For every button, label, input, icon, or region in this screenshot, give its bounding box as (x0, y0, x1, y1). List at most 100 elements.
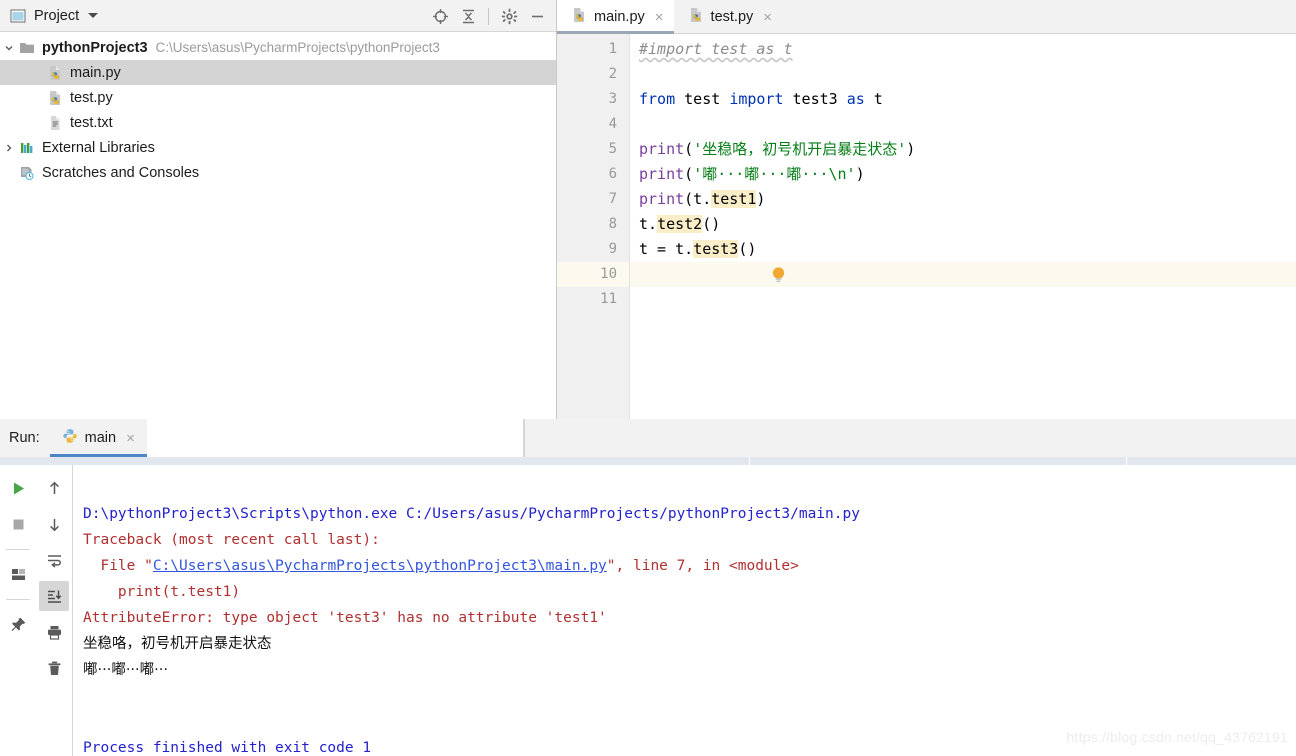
editor-tab-label: main.py (594, 9, 645, 25)
tree-row-external-libraries[interactable]: External Libraries (0, 135, 556, 160)
arrow-down-icon[interactable] (39, 509, 69, 539)
tree-item-label: External Libraries (42, 139, 155, 156)
tree-item-label: main.py (70, 64, 121, 81)
tree-row-test-txt[interactable]: test.txt (0, 110, 556, 135)
stop-icon[interactable] (3, 509, 33, 539)
console-file-prefix: File " (83, 558, 153, 574)
top-area: Project pythonProject3 C:\Users\asus\Pyc… (0, 0, 1296, 419)
console-file-suffix: ", line 7, in <module> (606, 558, 799, 574)
line-number: 4 (608, 116, 617, 132)
toolbar-divider (6, 599, 30, 600)
code-line-7: print(t.test1) (639, 190, 766, 208)
run-tab-main[interactable]: main × (49, 419, 148, 457)
locate-icon[interactable] (427, 3, 453, 29)
chevron-down-icon[interactable] (88, 13, 99, 18)
python-file-icon (46, 89, 64, 107)
editor-tab-main-py[interactable]: main.py × (557, 0, 674, 34)
chevron-down-icon[interactable] (0, 35, 18, 60)
minimize-icon[interactable] (524, 3, 550, 29)
libraries-icon (18, 139, 36, 157)
console-error: AttributeError: type object 'test3' has … (83, 610, 607, 626)
text-file-icon (46, 114, 64, 132)
editor-tab-label: test.py (710, 9, 754, 25)
code-line-9: t = t.test3() (630, 237, 1296, 283)
editor-gutter[interactable]: 1 2 3 4 5 6 7 8 9 10 11 (557, 34, 630, 419)
console-output[interactable]: D:\pythonProject3\Scripts\python.exe C:/… (73, 465, 1296, 756)
tree-row-scratches[interactable]: Scratches and Consoles (0, 160, 556, 185)
console-command: D:\pythonProject3\Scripts\python.exe C:/… (83, 506, 860, 522)
watermark: https://blog.csdn.net/qq_43762191 (1066, 729, 1288, 745)
console-exit-message: Process finished with exit code 1 (83, 740, 372, 756)
run-panel-body: D:\pythonProject3\Scripts\python.exe C:/… (0, 465, 1296, 756)
close-icon[interactable]: × (763, 10, 772, 25)
python-icon (62, 428, 78, 448)
console-file-link[interactable]: C:\Users\asus\PycharmProjects\pythonProj… (153, 558, 607, 574)
run-toolbar-right (36, 465, 73, 756)
toolbar-divider (488, 7, 489, 25)
run-tool-window: Run: main × D:\pythonProject3\Scripts\py… (0, 419, 1296, 756)
close-icon[interactable]: × (126, 431, 135, 446)
code-line-5: print('坐稳咯，初号机开启暴走状态') (639, 140, 916, 158)
tree-item-label: pythonProject3 (42, 39, 148, 56)
console-output-line-1: 坐稳咯，初号机开启暴走状态 (83, 636, 272, 652)
tree-row-main-py[interactable]: main.py (0, 60, 556, 85)
run-panel-label: Run: (9, 430, 40, 446)
chevron-right-icon[interactable] (0, 135, 18, 160)
line-number: 7 (608, 191, 617, 207)
project-window-icon (10, 8, 26, 24)
lightbulb-icon[interactable] (644, 241, 785, 283)
line-number: 3 (608, 91, 617, 107)
line-number: 10 (557, 262, 629, 287)
pycharm-window: Project pythonProject3 C:\Users\asus\Pyc… (0, 0, 1296, 756)
folder-icon (18, 39, 36, 57)
tree-row-test-py[interactable]: test.py (0, 85, 556, 110)
editor-tab-test-py[interactable]: test.py × (674, 0, 782, 34)
project-panel-header: Project (0, 0, 556, 32)
code-line-8: t.test2() (639, 215, 721, 233)
line-number: 2 (608, 66, 617, 82)
run-toolbar-left (0, 465, 36, 756)
project-panel-toolbar (427, 0, 550, 32)
run-panel-header: Run: main × (0, 419, 1296, 457)
code-line-6: print('嘟···嘟···嘟···\n') (639, 165, 865, 183)
scratches-icon (18, 164, 36, 182)
toolbar-divider (6, 549, 30, 550)
trash-icon[interactable] (39, 653, 69, 683)
tree-item-label: test.py (70, 89, 113, 106)
line-number: 8 (608, 216, 617, 232)
line-number: 5 (608, 141, 617, 157)
run-icon[interactable] (3, 473, 33, 503)
line-number: 1 (608, 41, 617, 57)
line-number: 9 (608, 241, 617, 257)
tree-item-path: C:\Users\asus\PycharmProjects\pythonProj… (155, 40, 440, 55)
print-icon[interactable] (39, 617, 69, 647)
tree-item-label: Scratches and Consoles (42, 164, 200, 181)
editor-tabbar: main.py × test.py × (557, 0, 1296, 34)
console-output-line-2: 嘟···嘟···嘟··· (83, 662, 168, 678)
project-tree: pythonProject3 C:\Users\asus\PycharmProj… (0, 32, 556, 185)
code-line-1: #import test as t (639, 40, 793, 58)
collapse-all-icon[interactable] (455, 3, 481, 29)
run-header-fill (523, 419, 1296, 457)
arrow-up-icon[interactable] (39, 473, 69, 503)
code-lines[interactable]: #import test as t from test import test3… (630, 34, 1296, 419)
code-editor[interactable]: 1 2 3 4 5 6 7 8 9 10 11 #import test as … (557, 34, 1296, 419)
layout-icon[interactable] (3, 559, 33, 589)
line-number: 6 (608, 166, 617, 182)
project-tool-window: Project pythonProject3 C:\Users\asus\Pyc… (0, 0, 557, 419)
pin-icon[interactable] (3, 609, 33, 639)
run-tab-label: main (84, 430, 117, 446)
console-traceback-header: Traceback (most recent call last): (83, 532, 380, 548)
editor-panel: main.py × test.py × 1 2 3 4 5 6 7 8 9 10… (557, 0, 1296, 419)
close-icon[interactable]: × (655, 10, 664, 25)
tree-row[interactable]: pythonProject3 C:\Users\asus\PycharmProj… (0, 35, 556, 60)
soft-wrap-icon[interactable] (39, 545, 69, 575)
scroll-to-end-icon[interactable] (39, 581, 69, 611)
tree-item-label: test.txt (70, 114, 113, 131)
line-number: 11 (600, 291, 617, 307)
code-line-3: from test import test3 as t (639, 90, 883, 108)
gear-icon[interactable] (496, 3, 522, 29)
